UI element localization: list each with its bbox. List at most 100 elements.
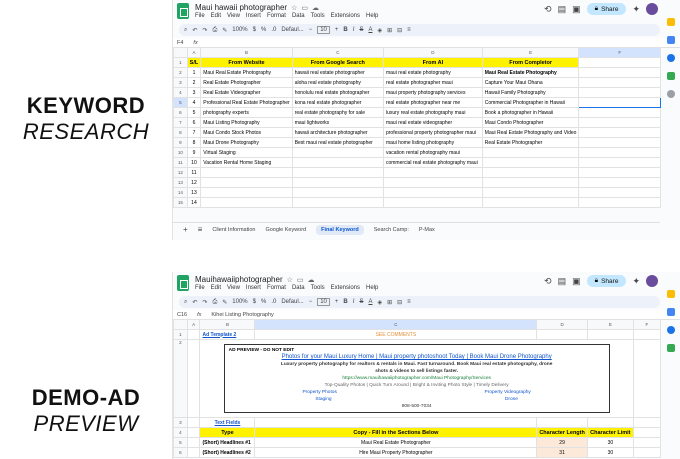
search-icon[interactable]: ⌕ (184, 27, 187, 34)
menu-insert[interactable]: Insert (246, 285, 261, 291)
table-cell[interactable] (382, 197, 483, 208)
merge-icon[interactable]: ⊟ (397, 299, 402, 306)
menu-data[interactable]: Data (292, 285, 305, 291)
undo-icon[interactable]: ↶ (192, 299, 197, 306)
col-header[interactable]: C (291, 47, 384, 58)
table-cell[interactable]: Maui Real Estate Photography (200, 67, 293, 78)
font-size-input[interactable]: 10 (317, 298, 330, 306)
table-cell[interactable]: professional property photographer maui (382, 127, 483, 138)
menu-edit[interactable]: Edit (211, 13, 221, 19)
table-cell[interactable]: Maui Listing Photography (200, 117, 293, 128)
move-icon[interactable]: ▭ (301, 4, 308, 12)
char-length-cell[interactable]: 31 (536, 447, 588, 458)
column-header-cell[interactable]: From Completor (481, 57, 580, 68)
text-fields-link[interactable]: Text Fields (199, 417, 256, 428)
table-cell[interactable]: Hawaii Family Photography (481, 87, 580, 98)
align-icon[interactable]: ≡ (407, 27, 411, 33)
decimal-icon[interactable]: .0 (271, 299, 276, 305)
table-cell[interactable]: Vacation Rental Home Staging (200, 157, 293, 168)
table-cell[interactable]: 11 (186, 167, 202, 178)
name-box[interactable]: F4 (177, 40, 183, 46)
table-cell[interactable]: Maui Real Estate Photography and Video (481, 127, 580, 138)
cell[interactable] (578, 147, 661, 158)
col-header-a[interactable]: A (186, 319, 201, 330)
cell[interactable] (632, 447, 662, 458)
avatar[interactable] (646, 3, 658, 15)
cell[interactable] (578, 107, 661, 118)
table-cell[interactable] (481, 147, 580, 158)
table-cell[interactable]: Real Estate Videographer (200, 87, 293, 98)
table-cell[interactable] (291, 157, 384, 168)
table-cell[interactable]: 9 (186, 147, 202, 158)
font-select[interactable]: Defaul... (281, 299, 303, 305)
comment-icon[interactable]: ▤ (558, 4, 567, 15)
redo-icon[interactable]: ↷ (202, 299, 207, 306)
corner-cell[interactable] (173, 319, 188, 330)
search-icon[interactable]: ⌕ (184, 299, 187, 306)
decimal-icon[interactable]: .0 (271, 27, 276, 33)
table-cell[interactable]: hawaii real estate photographer (291, 67, 384, 78)
meet-icon[interactable]: ▣ (572, 276, 581, 287)
percent-icon[interactable]: % (261, 299, 266, 305)
tasks-icon[interactable] (667, 308, 675, 316)
cell[interactable] (578, 197, 661, 208)
row-number[interactable]: 10 (173, 147, 188, 158)
row-number[interactable]: 2 (173, 67, 188, 78)
table-cell[interactable]: real estate photography for sale (291, 107, 384, 118)
cell[interactable] (186, 329, 201, 340)
cell[interactable] (578, 157, 661, 168)
strike-icon[interactable]: S (359, 299, 363, 305)
row-number[interactable]: 13 (173, 177, 188, 188)
row-number[interactable]: 15 (173, 197, 188, 208)
gemini-icon[interactable]: ✦ (632, 4, 640, 15)
align-icon[interactable]: ≡ (407, 299, 411, 305)
tab-search-camp[interactable]: Search Camp: (374, 227, 409, 233)
zoom-select[interactable]: 100% (232, 299, 247, 305)
table-cell[interactable]: Real Estate Photographer (481, 137, 580, 148)
maps-icon[interactable] (667, 344, 675, 352)
table-cell[interactable] (481, 157, 580, 168)
gemini-icon[interactable]: ✦ (632, 276, 640, 287)
borders-icon[interactable]: ⊞ (387, 27, 392, 34)
char-limit-cell[interactable]: 30 (586, 437, 634, 448)
row-number[interactable]: 4 (173, 427, 188, 438)
tab-pmax[interactable]: P-Max (419, 227, 435, 233)
col-header[interactable] (173, 47, 188, 58)
copy-cell[interactable]: Hire Maui Property Photographer (254, 447, 538, 458)
header-copy[interactable]: Copy - Fill in the Sections Below (254, 427, 538, 438)
print-icon[interactable]: ⎙ (212, 299, 217, 306)
cell[interactable] (536, 417, 588, 428)
cell[interactable] (186, 437, 201, 448)
sitelink-staging[interactable]: Staging (315, 396, 331, 403)
italic-icon[interactable]: I (353, 299, 355, 305)
table-cell[interactable]: maui real estate videographer (382, 117, 483, 128)
row-number[interactable]: 1 (173, 57, 188, 68)
table-cell[interactable]: 12 (186, 177, 202, 188)
table-cell[interactable]: real estate photographer maui (382, 77, 483, 88)
table-cell[interactable] (200, 167, 293, 178)
table-cell[interactable]: 3 (186, 87, 202, 98)
contacts-icon[interactable] (667, 54, 675, 62)
table-cell[interactable]: aloha real estate photography (291, 77, 384, 88)
table-cell[interactable] (200, 197, 293, 208)
table-cell[interactable]: Virtual Staging (200, 147, 293, 158)
table-cell[interactable]: 4 (186, 97, 202, 108)
copy-cell[interactable]: Maui Real Estate Photographer (254, 437, 538, 448)
doc-title-2[interactable]: Mauihawaiiphotographer (195, 275, 283, 284)
row-number[interactable]: 4 (173, 87, 188, 98)
table-cell[interactable] (382, 187, 483, 198)
table-cell[interactable]: Real Estate Photographer (200, 77, 293, 88)
row-number[interactable]: 3 (173, 77, 188, 88)
menu-tools[interactable]: Tools (311, 285, 325, 291)
column-header-cell[interactable]: From Google Search (291, 57, 384, 68)
table-cell[interactable]: maui lightworks (291, 117, 384, 128)
cell[interactable] (578, 137, 661, 148)
table-cell[interactable]: Maui Real Estate Photography (481, 67, 580, 78)
sheets-logo-icon[interactable] (177, 275, 189, 291)
font-size-increase-icon[interactable]: + (335, 299, 339, 305)
menu-edit[interactable]: Edit (211, 285, 221, 291)
cell[interactable] (578, 67, 661, 78)
table-cell[interactable]: 10 (186, 157, 202, 168)
table-cell[interactable]: luxury real estate photography maui (382, 107, 483, 118)
table-cell[interactable]: photography experts (200, 107, 293, 118)
